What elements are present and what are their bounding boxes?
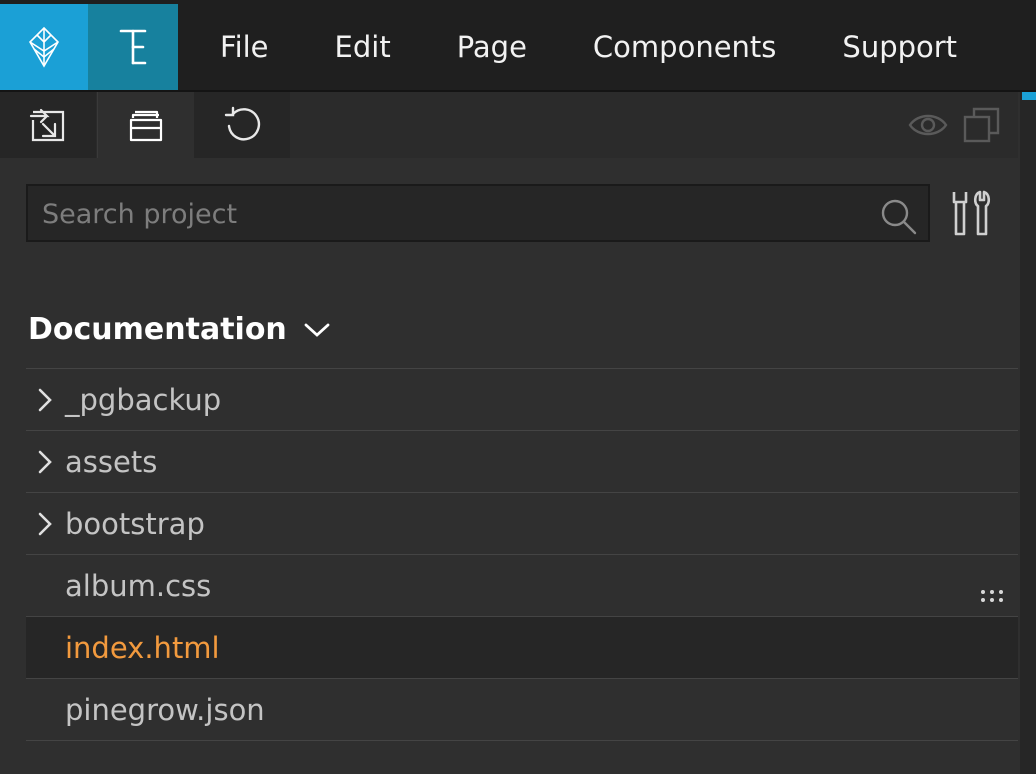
tree-item-label: pinegrow.json xyxy=(65,692,265,727)
windows-toggle[interactable] xyxy=(960,92,1004,158)
preview-toggle[interactable] xyxy=(906,92,950,158)
panel-toolbar xyxy=(0,92,1018,158)
project-tools-button[interactable] xyxy=(946,188,1000,246)
tree-item-folder[interactable]: _pgbackup xyxy=(26,368,1018,430)
project-files-icon xyxy=(129,110,163,142)
panel-scrollbar[interactable] xyxy=(1020,92,1036,774)
refresh-button[interactable] xyxy=(194,92,290,158)
pinegrow-logo[interactable] xyxy=(0,4,88,90)
tree-item-file-selected[interactable]: index.html xyxy=(26,616,1018,678)
pinecone-icon xyxy=(28,26,60,68)
import-icon xyxy=(29,108,65,142)
eye-icon xyxy=(908,114,948,136)
file-tree: _pgbackup assets bootstrap album.css ind… xyxy=(26,368,1018,741)
search-icon[interactable] xyxy=(878,196,918,240)
search-input[interactable] xyxy=(40,186,864,242)
chevron-right-icon[interactable] xyxy=(26,449,64,475)
tree-item-folder[interactable]: bootstrap xyxy=(26,492,1018,554)
project-header[interactable]: Documentation xyxy=(28,306,331,352)
import-button[interactable] xyxy=(0,92,96,158)
letter-e-icon xyxy=(119,29,147,65)
scroll-indicator xyxy=(1022,92,1036,100)
tree-item-folder[interactable]: assets xyxy=(26,430,1018,492)
windows-icon xyxy=(963,107,1000,143)
tree-item-file[interactable]: pinegrow.json xyxy=(26,678,1018,741)
search-box xyxy=(26,184,930,242)
refresh-icon xyxy=(224,106,261,141)
top-bar: File Edit Page Components Support xyxy=(0,0,1036,92)
tree-item-file[interactable]: album.css xyxy=(26,554,1018,616)
menu-components[interactable]: Components xyxy=(593,30,776,64)
more-options-icon[interactable] xyxy=(980,577,1004,611)
tools-icon xyxy=(952,190,991,236)
chevron-right-icon[interactable] xyxy=(26,387,64,413)
project-name: Documentation xyxy=(28,311,287,347)
project-files-button[interactable] xyxy=(97,92,194,158)
main-menu: File Edit Page Components Support xyxy=(198,4,1001,90)
editor-mode-button[interactable] xyxy=(88,4,178,90)
tree-item-label: index.html xyxy=(65,630,220,665)
chevron-right-icon[interactable] xyxy=(26,511,64,537)
menu-page[interactable]: Page xyxy=(457,30,527,64)
menu-edit[interactable]: Edit xyxy=(335,30,391,64)
tree-item-label: bootstrap xyxy=(65,506,205,541)
chevron-down-icon xyxy=(303,312,331,347)
tree-item-label: _pgbackup xyxy=(65,382,222,417)
menu-support[interactable]: Support xyxy=(842,30,957,64)
tree-item-label: album.css xyxy=(65,568,212,603)
menu-file[interactable]: File xyxy=(220,30,269,64)
tree-item-label: assets xyxy=(65,444,158,479)
